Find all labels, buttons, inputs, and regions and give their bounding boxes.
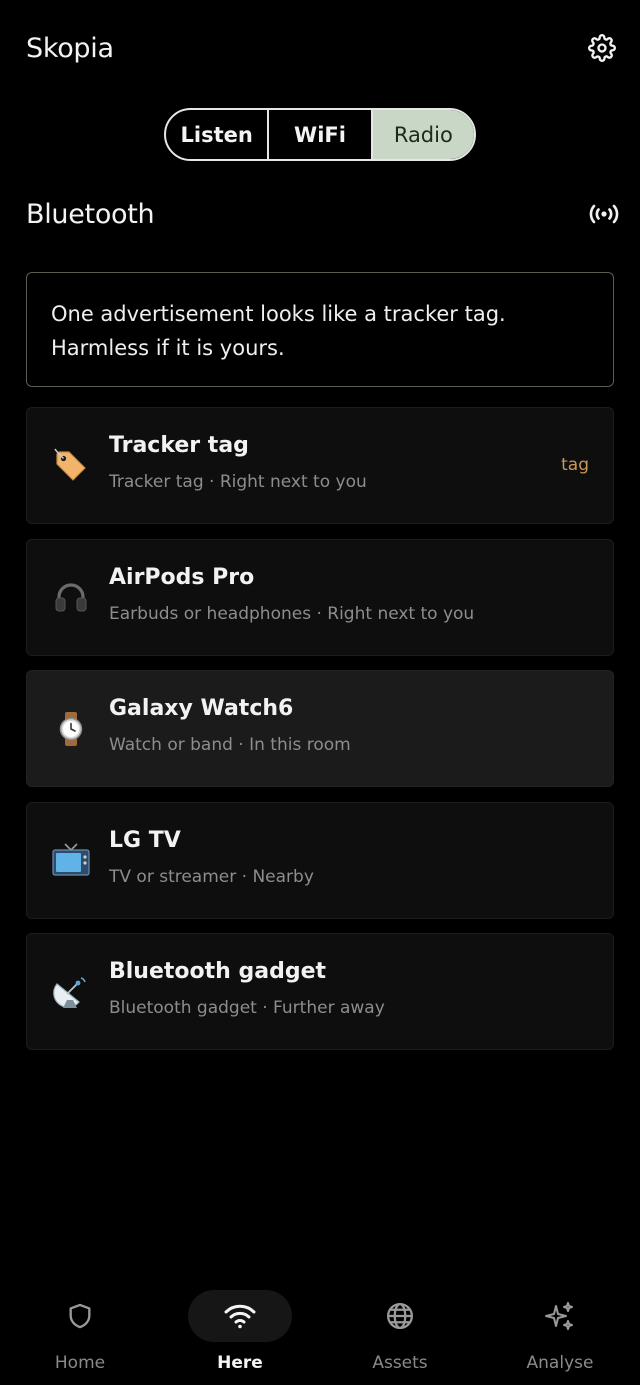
section-title: Bluetooth [26, 198, 155, 230]
nav-icon-container [348, 1290, 452, 1342]
nav-label: Analyse [526, 1353, 594, 1373]
nav-label: Home [54, 1353, 106, 1373]
tv-icon [51, 840, 91, 880]
gear-icon [588, 34, 616, 62]
app-title: Skopia [26, 32, 114, 64]
globe-icon [387, 1303, 413, 1329]
tab-wifi[interactable]: WiFi [267, 110, 370, 159]
device-name: Bluetooth gadget [109, 959, 327, 984]
section-header: Bluetooth [26, 192, 626, 236]
shield-icon [69, 1303, 91, 1329]
device-item-lg-tv[interactable]: LG TV TV or streamer · Nearby [26, 801, 614, 919]
device-subtitle: Tracker tag · Right next to you [109, 472, 367, 492]
tab-listen[interactable]: Listen [166, 110, 267, 159]
device-item-tracker-tag[interactable]: Tracker tag Tracker tag · Right next to … [26, 407, 614, 524]
device-badge: tag [561, 455, 589, 475]
device-name: Galaxy Watch6 [109, 696, 294, 721]
device-list: Tracker tag Tracker tag · Right next to … [26, 407, 614, 1065]
headphones-icon [51, 577, 91, 617]
nav-label: Here [217, 1353, 263, 1373]
device-subtitle: Earbuds or headphones · Right next to yo… [109, 603, 475, 624]
satellite-dish-icon [51, 972, 91, 1012]
mode-switcher: Listen WiFi Radio [164, 108, 476, 161]
bottom-nav: Home Here Assets Analyse [0, 1286, 640, 1385]
device-item-galaxy-watch6[interactable]: Galaxy Watch6 Watch or band · In this ro… [26, 670, 614, 787]
device-text: Galaxy Watch6 Watch or band · In this ro… [109, 696, 351, 755]
broadcast-icon [589, 204, 619, 224]
device-item-airpods-pro[interactable]: AirPods Pro Earbuds or headphones · Righ… [26, 538, 614, 656]
nav-label: Assets [372, 1353, 428, 1373]
nav-item-home[interactable]: Home [0, 1286, 160, 1385]
device-item-bluetooth-gadget[interactable]: Bluetooth gadget Bluetooth gadget · Furt… [26, 933, 614, 1050]
notice-line-2: Harmless if it is yours. [51, 336, 285, 360]
watch-icon [51, 709, 91, 749]
device-text: Bluetooth gadget Bluetooth gadget · Furt… [109, 959, 385, 1018]
device-text: LG TV TV or streamer · Nearby [109, 828, 314, 887]
device-subtitle: Watch or band · In this room [109, 735, 351, 755]
nav-item-analyse[interactable]: Analyse [480, 1286, 640, 1385]
device-subtitle: Bluetooth gadget · Further away [109, 998, 385, 1018]
nav-item-here[interactable]: Here [160, 1286, 320, 1385]
nav-icon-container [28, 1290, 132, 1342]
tab-radio[interactable]: Radio [370, 110, 474, 159]
device-subtitle: TV or streamer · Nearby [109, 866, 314, 887]
device-name: AirPods Pro [109, 564, 255, 590]
nav-icon-container [508, 1290, 612, 1342]
device-text: Tracker tag Tracker tag · Right next to … [109, 433, 367, 492]
nav-item-assets[interactable]: Assets [320, 1286, 480, 1385]
nav-icon-container [188, 1290, 292, 1342]
notice-line-1: One advertisement looks like a tracker t… [51, 302, 506, 326]
device-name: LG TV [109, 827, 181, 853]
sparkles-icon [545, 1302, 573, 1330]
device-name: Tracker tag [109, 433, 249, 458]
wifi-icon [224, 1304, 256, 1329]
tracker-notice: One advertisement looks like a tracker t… [26, 272, 614, 387]
broadcast-button[interactable] [582, 192, 626, 236]
settings-button[interactable] [582, 28, 622, 68]
device-text: AirPods Pro Earbuds or headphones · Righ… [109, 565, 475, 624]
app-header: Skopia [26, 26, 622, 70]
tag-icon [51, 446, 91, 486]
